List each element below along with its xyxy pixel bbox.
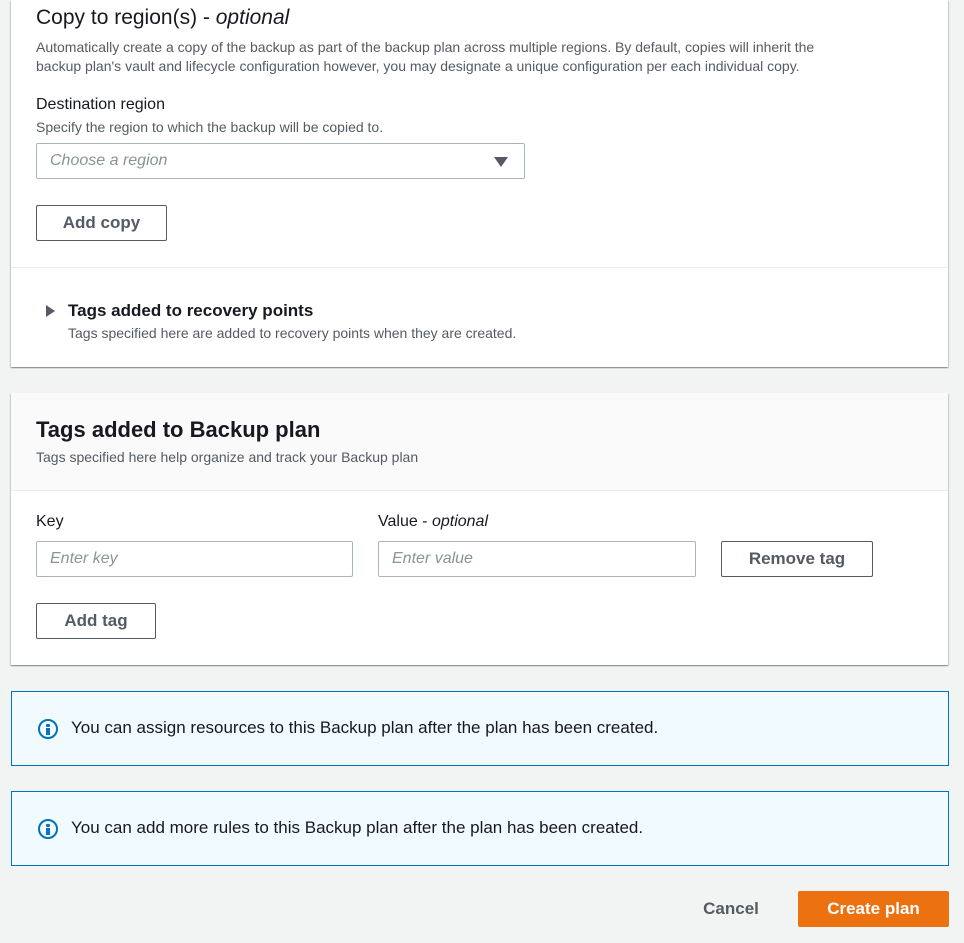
copy-to-region-panel: Copy to region(s) - optional Automatical… <box>11 0 948 367</box>
info-circle-icon <box>38 719 58 739</box>
copy-section-title: Copy to region(s) - optional <box>36 6 290 29</box>
recovery-tags-toggle[interactable]: Tags added to recovery points <box>68 301 313 321</box>
destination-region-label: Destination region <box>36 96 165 113</box>
cancel-button[interactable]: Cancel <box>688 891 774 927</box>
tags-section-title: Tags added to Backup plan <box>36 417 321 442</box>
copy-description-line-2: backup plan's vault and lifecycle config… <box>36 58 800 74</box>
key-label: Key <box>36 513 64 530</box>
copy-title-text: Copy to region(s) <box>36 6 198 29</box>
tag-value-input[interactable] <box>378 541 696 577</box>
remove-tag-button[interactable]: Remove tag <box>721 541 873 577</box>
region-select[interactable]: Choose a region <box>36 143 525 179</box>
backup-plan-tags-panel: Tags added to Backup plan Tags specified… <box>11 393 948 665</box>
info-alert-assign-resources: You can assign resources to this Backup … <box>11 691 949 766</box>
region-select-placeholder: Choose a region <box>50 152 168 169</box>
caret-down-icon <box>494 157 508 167</box>
info-alert-message: You can add more rules to this Backup pl… <box>71 818 644 837</box>
value-label: Value - optional <box>378 513 488 530</box>
value-label-optional: optional <box>431 513 488 530</box>
tags-section-description: Tags specified here help organize and tr… <box>36 449 419 465</box>
info-alert-message: You can assign resources to this Backup … <box>71 718 659 737</box>
info-alert-add-rules: You can add more rules to this Backup pl… <box>11 791 949 866</box>
copy-title-optional: optional <box>215 6 290 29</box>
copy-description-line-1: Automatically create a copy of the backu… <box>36 39 815 55</box>
tag-key-input[interactable] <box>36 541 353 577</box>
recovery-tags-description: Tags specified here are added to recover… <box>68 325 517 341</box>
add-copy-button[interactable]: Add copy <box>36 205 167 241</box>
value-label-text: Value <box>378 513 418 530</box>
caret-right-icon[interactable] <box>46 305 55 317</box>
info-circle-icon <box>38 819 58 839</box>
destination-region-hint: Specify the region to which the backup w… <box>36 119 384 135</box>
tags-panel-header: Tags added to Backup plan Tags specified… <box>11 393 948 491</box>
add-tag-button[interactable]: Add tag <box>36 603 156 639</box>
create-plan-button[interactable]: Create plan <box>798 891 949 927</box>
copy-section-description: Automatically create a copy of the backu… <box>36 38 936 76</box>
section-divider <box>11 267 948 268</box>
